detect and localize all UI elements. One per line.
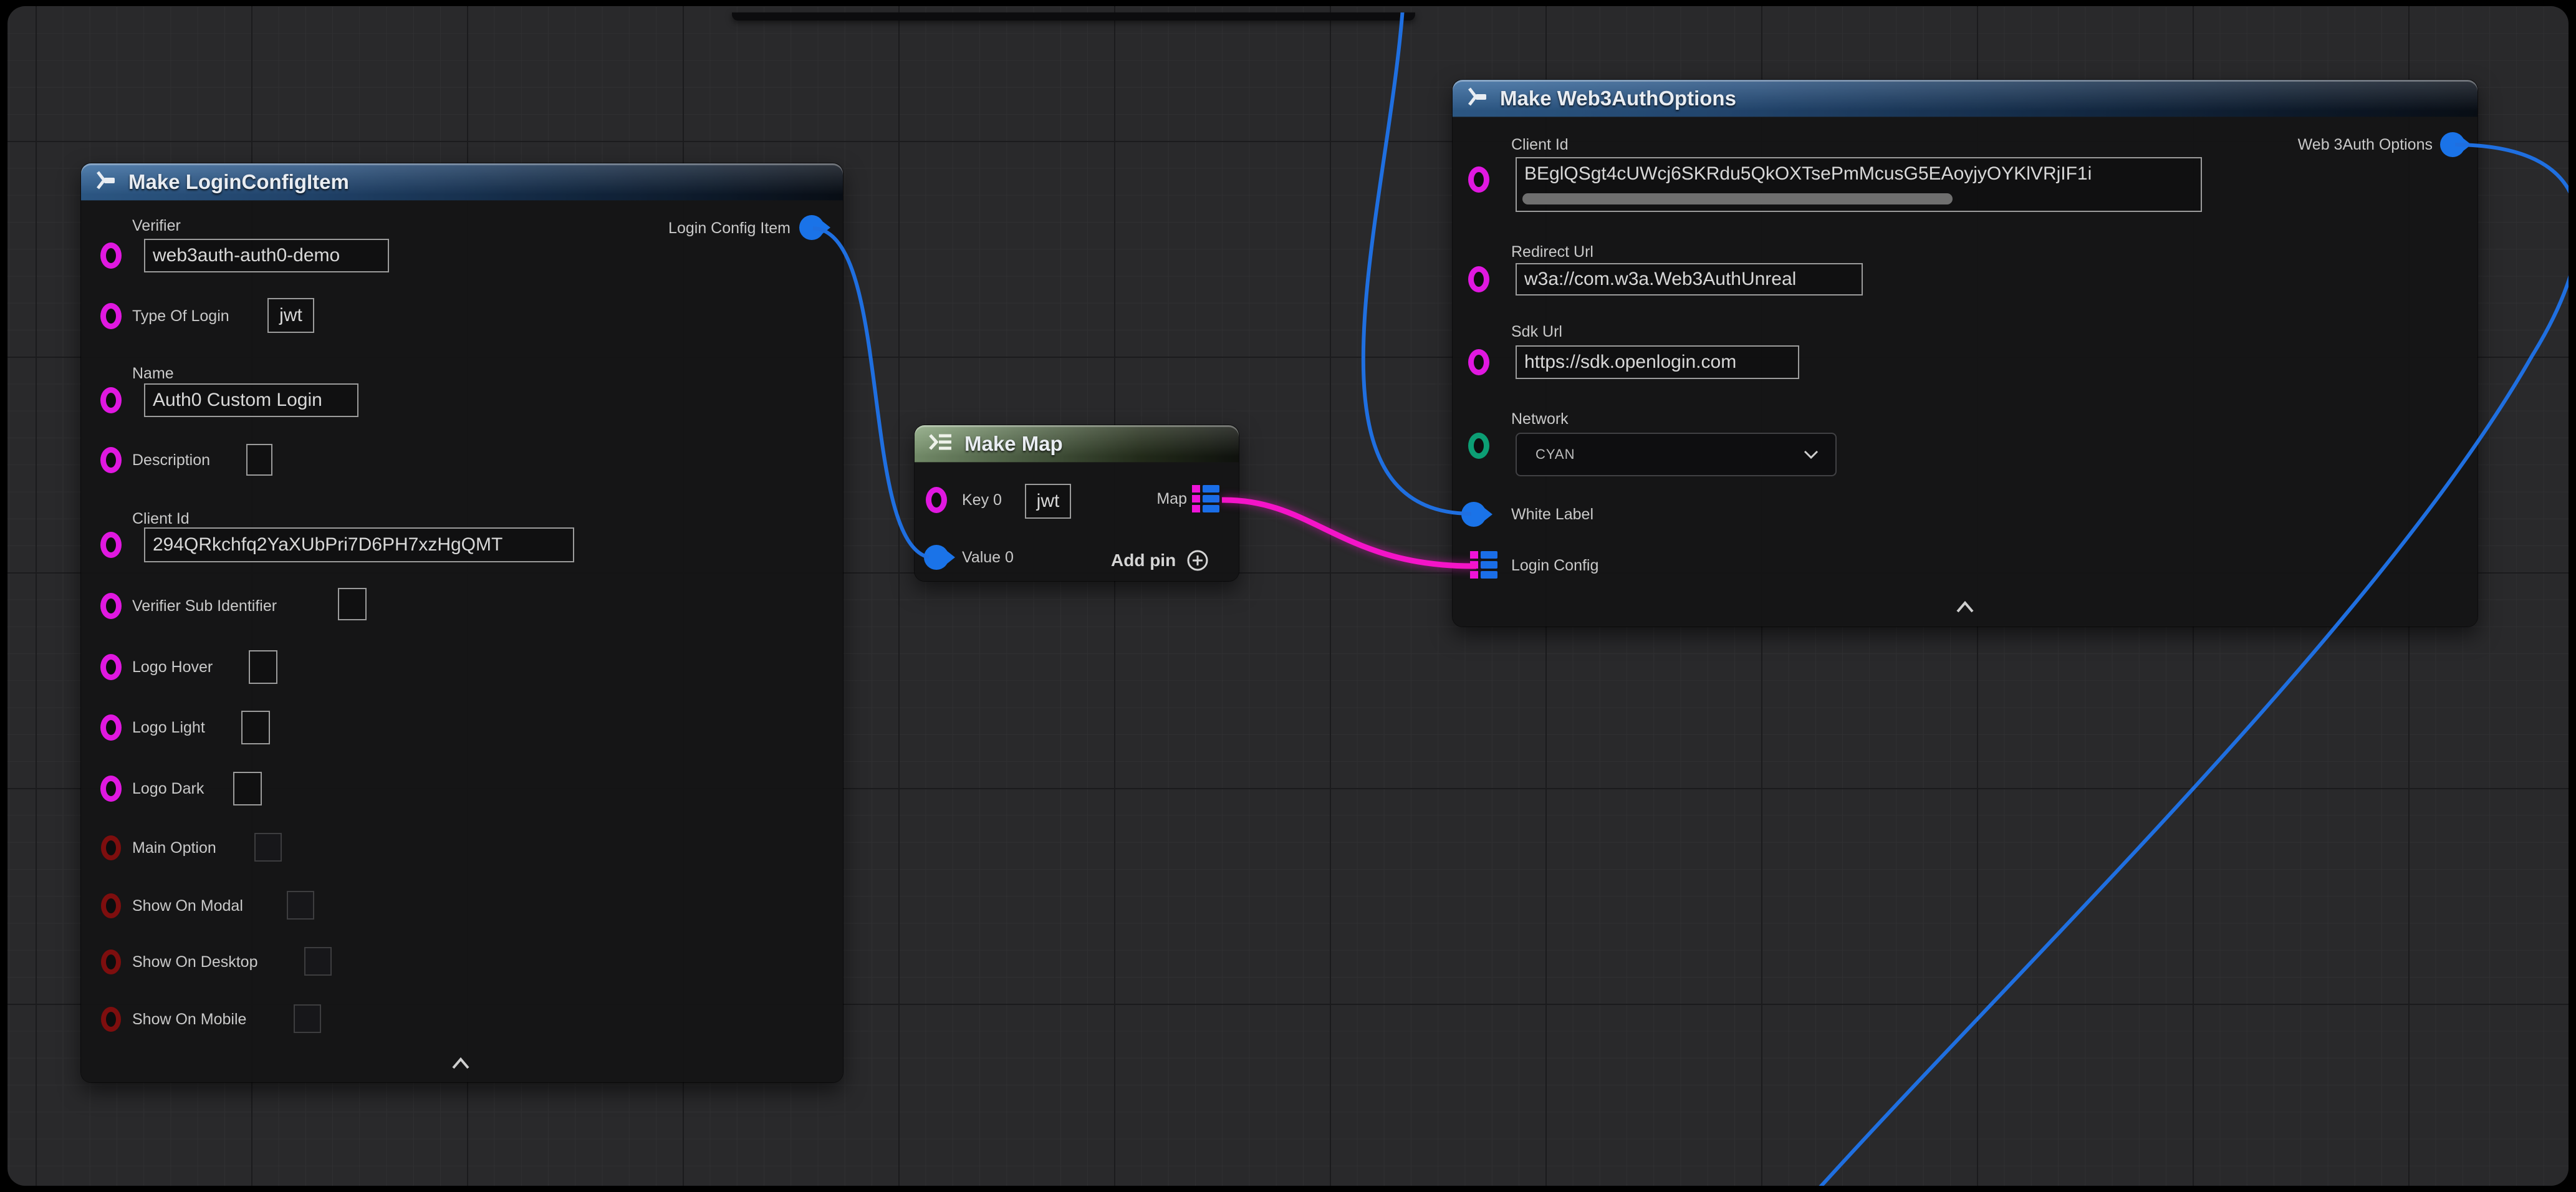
- verifier-sub-identifier-field[interactable]: [338, 588, 367, 620]
- client-id-field-scrollbar[interactable]: [1522, 193, 1953, 204]
- pin-label-show-on-desktop: Show On Desktop: [132, 952, 258, 972]
- make-map-icon: [927, 431, 954, 456]
- input-pin-type-of-login[interactable]: [100, 303, 122, 329]
- input-pin-show-on-mobile[interactable]: [101, 1007, 121, 1032]
- pin-label-show-on-mobile: Show On Mobile: [132, 1009, 246, 1029]
- output-pin-login-config-item[interactable]: [799, 215, 824, 240]
- node-make-web3auth-options[interactable]: Make Web3AuthOptions Web 3Auth Options C…: [1453, 80, 2477, 627]
- input-pin-logo-light[interactable]: [100, 714, 122, 741]
- node-title: Make LoginConfigItem: [128, 170, 349, 194]
- input-pin-sdk-url[interactable]: [1468, 349, 1489, 375]
- input-pin-description[interactable]: [100, 447, 122, 473]
- input-pin-show-on-modal[interactable]: [101, 893, 121, 918]
- input-pin-white-label[interactable]: [1461, 502, 1486, 527]
- logo-dark-field[interactable]: [233, 772, 262, 805]
- client-id-field[interactable]: 294QRkchfq2YaXUbPri7D6PH7xzHgQMT: [144, 527, 574, 562]
- pin-label-key-0: Key 0: [962, 490, 1002, 510]
- make-struct-icon: [1465, 85, 1490, 111]
- input-pin-verifier-sub-identifier[interactable]: [100, 593, 122, 619]
- offscreen-node-edge[interactable]: [732, 12, 1415, 21]
- show-on-modal-checkbox[interactable]: [287, 891, 314, 920]
- pin-label-name: Name: [132, 363, 174, 383]
- output-pin-map[interactable]: [1192, 485, 1221, 512]
- verifier-field[interactable]: web3auth-auth0-demo: [144, 239, 389, 272]
- node-header-make-map[interactable]: Make Map: [915, 425, 1239, 463]
- pin-label-verifier-sub-identifier: Verifier Sub Identifier: [132, 596, 277, 616]
- input-pin-main-option[interactable]: [101, 835, 121, 860]
- pin-label-logo-light: Logo Light: [132, 718, 205, 738]
- blueprint-canvas[interactable]: Make LoginConfigItem Login Config Item V…: [7, 6, 2569, 1186]
- pin-label-network: Network: [1511, 409, 1569, 429]
- chevron-up-icon: [1954, 600, 1976, 614]
- network-dropdown-value: CYAN: [1536, 446, 1575, 463]
- pin-label-client-id: Client Id: [132, 509, 190, 529]
- pin-label-sdk-url: Sdk Url: [1511, 322, 1562, 342]
- input-pin-value-0[interactable]: [924, 545, 949, 570]
- input-pin-login-config[interactable]: [1470, 551, 1499, 579]
- collapse-advanced-pins-button[interactable]: [1951, 598, 1979, 616]
- key-0-field[interactable]: jwt: [1025, 484, 1071, 519]
- wire-map-to-login-config[interactable]: [1222, 500, 1476, 566]
- pin-label-logo-hover: Logo Hover: [132, 657, 213, 677]
- chevron-down-icon: [1803, 449, 1819, 459]
- node-title: Make Map: [964, 432, 1063, 456]
- name-field[interactable]: Auth0 Custom Login: [144, 383, 358, 417]
- node-header-make-web3auth-options[interactable]: Make Web3AuthOptions: [1453, 80, 2477, 117]
- pin-label-white-label: White Label: [1511, 504, 1593, 524]
- show-on-mobile-checkbox[interactable]: [294, 1004, 321, 1033]
- add-pin-label: Add pin: [1111, 550, 1176, 570]
- input-pin-show-on-desktop[interactable]: [101, 949, 121, 974]
- pin-label-logo-dark: Logo Dark: [132, 779, 204, 799]
- pin-label-description: Description: [132, 450, 210, 470]
- redirect-url-field[interactable]: w3a://com.w3a.Web3AuthUnreal: [1516, 263, 1863, 296]
- collapse-advanced-pins-button[interactable]: [447, 1055, 474, 1072]
- node-title: Make Web3AuthOptions: [1500, 87, 1736, 110]
- pin-label-map: Map: [1156, 489, 1187, 509]
- description-field[interactable]: [246, 444, 272, 476]
- add-pin-button[interactable]: Add pin: [1111, 549, 1209, 572]
- add-pin-plus-icon: [1186, 549, 1209, 572]
- show-on-desktop-checkbox[interactable]: [304, 947, 332, 976]
- pin-label-redirect-url: Redirect Url: [1511, 242, 1593, 262]
- chevron-up-icon: [449, 1057, 472, 1070]
- logo-hover-field[interactable]: [249, 650, 277, 684]
- node-make-map[interactable]: Make Map Key 0 jwt Map Value 0 Add pin: [915, 425, 1239, 581]
- pin-label-login-config: Login Config: [1511, 555, 1598, 575]
- input-pin-client-id[interactable]: [1468, 166, 1489, 193]
- pin-label-main-option: Main Option: [132, 838, 216, 858]
- pin-label-web3auth-options: Web 3Auth Options: [2298, 135, 2433, 155]
- node-header-make-login-config-item[interactable]: Make LoginConfigItem: [81, 163, 843, 201]
- pin-label-login-config-item: Login Config Item: [668, 218, 791, 238]
- input-pin-logo-hover[interactable]: [100, 654, 122, 680]
- blueprint-editor: Make LoginConfigItem Login Config Item V…: [0, 0, 2576, 1192]
- logo-light-field[interactable]: [241, 711, 270, 744]
- make-struct-icon: [94, 169, 118, 195]
- input-pin-key-0[interactable]: [926, 487, 947, 513]
- input-pin-redirect-url[interactable]: [1468, 266, 1489, 292]
- input-pin-name[interactable]: [100, 387, 122, 413]
- input-pin-network[interactable]: [1468, 433, 1489, 459]
- type-of-login-field[interactable]: jwt: [267, 298, 314, 333]
- pin-label-type-of-login: Type Of Login: [132, 306, 229, 326]
- sdk-url-field[interactable]: https://sdk.openlogin.com: [1516, 345, 1799, 379]
- network-dropdown[interactable]: CYAN: [1516, 433, 1837, 476]
- input-pin-logo-dark[interactable]: [100, 776, 122, 802]
- pin-label-value-0: Value 0: [962, 547, 1014, 567]
- output-pin-web3auth-options[interactable]: [2440, 132, 2465, 157]
- pin-label-verifier: Verifier: [132, 216, 181, 236]
- input-pin-verifier[interactable]: [100, 243, 122, 269]
- pin-label-show-on-modal: Show On Modal: [132, 896, 243, 916]
- pin-label-client-id: Client Id: [1511, 135, 1569, 155]
- node-make-login-config-item[interactable]: Make LoginConfigItem Login Config Item V…: [81, 163, 843, 1082]
- main-option-checkbox[interactable]: [254, 833, 282, 862]
- input-pin-client-id[interactable]: [100, 532, 122, 558]
